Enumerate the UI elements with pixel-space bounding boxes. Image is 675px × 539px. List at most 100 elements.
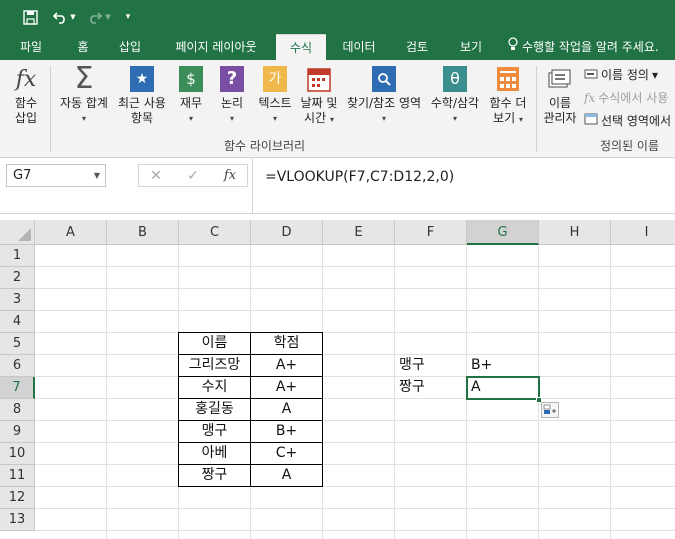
create-from-selection-button[interactable]: 선택 영역에서 <box>584 112 671 129</box>
chevron-down-icon: ▾ <box>452 114 457 123</box>
row-header[interactable]: 2 <box>0 267 35 289</box>
insert-function-button[interactable]: fx 함수 삽입 <box>6 64 46 126</box>
tab-file[interactable]: 파일 <box>6 34 56 60</box>
table-header-cell[interactable]: 이름 <box>178 332 251 355</box>
tab-data[interactable]: 데이터 <box>332 34 386 60</box>
use-in-formula-button[interactable]: fx 수식에서 사용 <box>584 89 668 106</box>
table-cell[interactable]: C+ <box>250 442 323 465</box>
auto-fill-options-button[interactable] <box>541 402 559 418</box>
math-trig-button[interactable]: θ 수학/삼각 ▾ <box>428 64 482 126</box>
undo-icon[interactable]: ▼ <box>48 6 80 28</box>
text-icon: 가 <box>260 64 290 94</box>
table-cell[interactable]: 그리즈망 <box>178 354 251 377</box>
redo-icon[interactable]: ▼ <box>84 6 114 28</box>
name-manager-icon <box>545 64 575 94</box>
lookup-result-cell[interactable]: B+ <box>467 355 539 377</box>
name-box[interactable]: G7 ▼ <box>6 164 106 187</box>
lookup-reference-button[interactable]: 찾기/참조 영역 ▾ <box>343 64 425 126</box>
enter-icon[interactable]: ✓ <box>182 166 204 186</box>
formula-input[interactable]: =VLOOKUP(F7,C7:D12,2,0) <box>252 158 675 214</box>
save-icon[interactable] <box>18 6 42 28</box>
column-header-b[interactable]: B <box>107 220 179 245</box>
cells-area[interactable] <box>35 245 675 539</box>
group-separator <box>536 66 537 152</box>
column-header-e[interactable]: E <box>323 220 395 245</box>
column-header-a[interactable]: A <box>35 220 107 245</box>
row-header[interactable]: 6 <box>0 355 35 377</box>
lookup-icon <box>369 64 399 94</box>
financial-icon: $ <box>176 64 206 94</box>
tab-home[interactable]: 홈 <box>62 34 104 60</box>
text-functions-button[interactable]: 가 텍스트 ▾ <box>254 64 296 126</box>
column-header-i[interactable]: I <box>611 220 675 245</box>
more-functions-button[interactable]: 함수 더 보기 ▾ <box>484 64 532 127</box>
table-header-cell[interactable]: 학점 <box>250 332 323 355</box>
column-header-c[interactable]: C <box>179 220 251 245</box>
math-icon: θ <box>440 64 470 94</box>
tab-formulas[interactable]: 수식 <box>276 34 326 60</box>
tab-view[interactable]: 보기 <box>448 34 494 60</box>
lookup-name-cell[interactable]: 맹구 <box>395 355 467 377</box>
row-header[interactable]: 13 <box>0 509 35 531</box>
fx-icon: fx <box>15 66 37 92</box>
customize-qat-icon[interactable]: ▾ <box>120 6 136 28</box>
row-header-selected[interactable]: 7 <box>0 377 35 399</box>
sigma-icon: Σ <box>74 61 94 96</box>
table-cell[interactable]: 맹구 <box>178 420 251 443</box>
table-cell[interactable]: A+ <box>250 376 323 399</box>
chevron-down-icon[interactable]: ▼ <box>94 165 100 186</box>
column-header-f[interactable]: F <box>395 220 467 245</box>
column-header-d[interactable]: D <box>251 220 323 245</box>
table-cell[interactable]: B+ <box>250 420 323 443</box>
financial-button[interactable]: $ 재무 ▾ <box>174 64 208 126</box>
table-cell[interactable]: A <box>250 398 323 421</box>
row-header[interactable]: 3 <box>0 289 35 311</box>
table-cell[interactable]: 짱구 <box>178 464 251 487</box>
logical-button[interactable]: ? 논리 ▾ <box>214 64 250 126</box>
row-header[interactable]: 4 <box>0 311 35 333</box>
tab-page-layout[interactable]: 페이지 레이아웃 <box>160 34 272 60</box>
select-all-corner[interactable] <box>0 220 35 245</box>
row-header[interactable]: 11 <box>0 465 35 487</box>
cancel-icon[interactable]: ✕ <box>145 166 167 186</box>
table-cell[interactable]: 홍길동 <box>178 398 251 421</box>
recently-used-button[interactable]: ★ 최근 사용 항목 <box>114 64 170 126</box>
fx-small-icon: fx <box>584 90 596 105</box>
group-label-function-library: 함수 라이브러리 <box>224 139 306 153</box>
table-cell[interactable]: A <box>250 464 323 487</box>
tab-review[interactable]: 검토 <box>394 34 440 60</box>
row-header[interactable]: 10 <box>0 443 35 465</box>
chevron-down-icon: ▾ <box>81 114 86 123</box>
column-header-h[interactable]: H <box>539 220 611 245</box>
tell-me-label: 수행할 작업을 알려 주세요. <box>522 40 659 54</box>
ribbon-tabs: 파일 홈 삽입 페이지 레이아웃 수식 데이터 검토 보기 수행할 작업을 알려… <box>0 34 675 60</box>
row-header[interactable]: 1 <box>0 245 35 267</box>
lookup-name-cell[interactable]: 짱구 <box>395 377 467 399</box>
date-time-button[interactable]: 날짜 및 시간 ▾ <box>298 64 340 127</box>
chevron-down-icon: ▾ <box>229 114 234 123</box>
calendar-icon <box>304 64 334 94</box>
autosum-button[interactable]: Σ 자동 합계 ▾ <box>56 64 112 126</box>
formula-bar: G7 ▼ ✕ ✓ fx =VLOOKUP(F7,C7:D12,2,0) <box>0 158 675 214</box>
logical-icon: ? <box>217 64 247 94</box>
lightbulb-icon <box>508 34 518 60</box>
worksheet-grid: A B C D E F G H I 1 2 3 4 5 6 7 8 9 10 1… <box>0 220 675 539</box>
table-cell[interactable]: A+ <box>250 354 323 377</box>
ribbon-formulas: fx 함수 삽입 Σ 자동 합계 ▾ ★ 최근 사용 항목 $ 재무 ▾ ? 논… <box>0 60 675 158</box>
tab-insert[interactable]: 삽입 <box>108 34 152 60</box>
active-cell-outline <box>466 376 540 400</box>
name-manager-button[interactable]: 이름 관리자 <box>540 64 580 126</box>
insert-function-icon[interactable]: fx <box>219 166 241 186</box>
row-header[interactable]: 8 <box>0 399 35 421</box>
table-cell[interactable]: 수지 <box>178 376 251 399</box>
formula-buttons: ✕ ✓ fx <box>138 164 248 187</box>
create-selection-icon <box>584 113 598 128</box>
column-header-g[interactable]: G <box>467 220 539 245</box>
tell-me-box[interactable]: 수행할 작업을 알려 주세요. <box>508 34 659 60</box>
table-cell[interactable]: 아베 <box>178 442 251 465</box>
row-header[interactable]: 9 <box>0 421 35 443</box>
row-header[interactable]: 12 <box>0 487 35 509</box>
title-bar: ▼ ▼ ▾ <box>0 0 675 34</box>
define-name-button[interactable]: 이름 정의 ▾ <box>584 66 658 83</box>
row-header[interactable]: 5 <box>0 333 35 355</box>
